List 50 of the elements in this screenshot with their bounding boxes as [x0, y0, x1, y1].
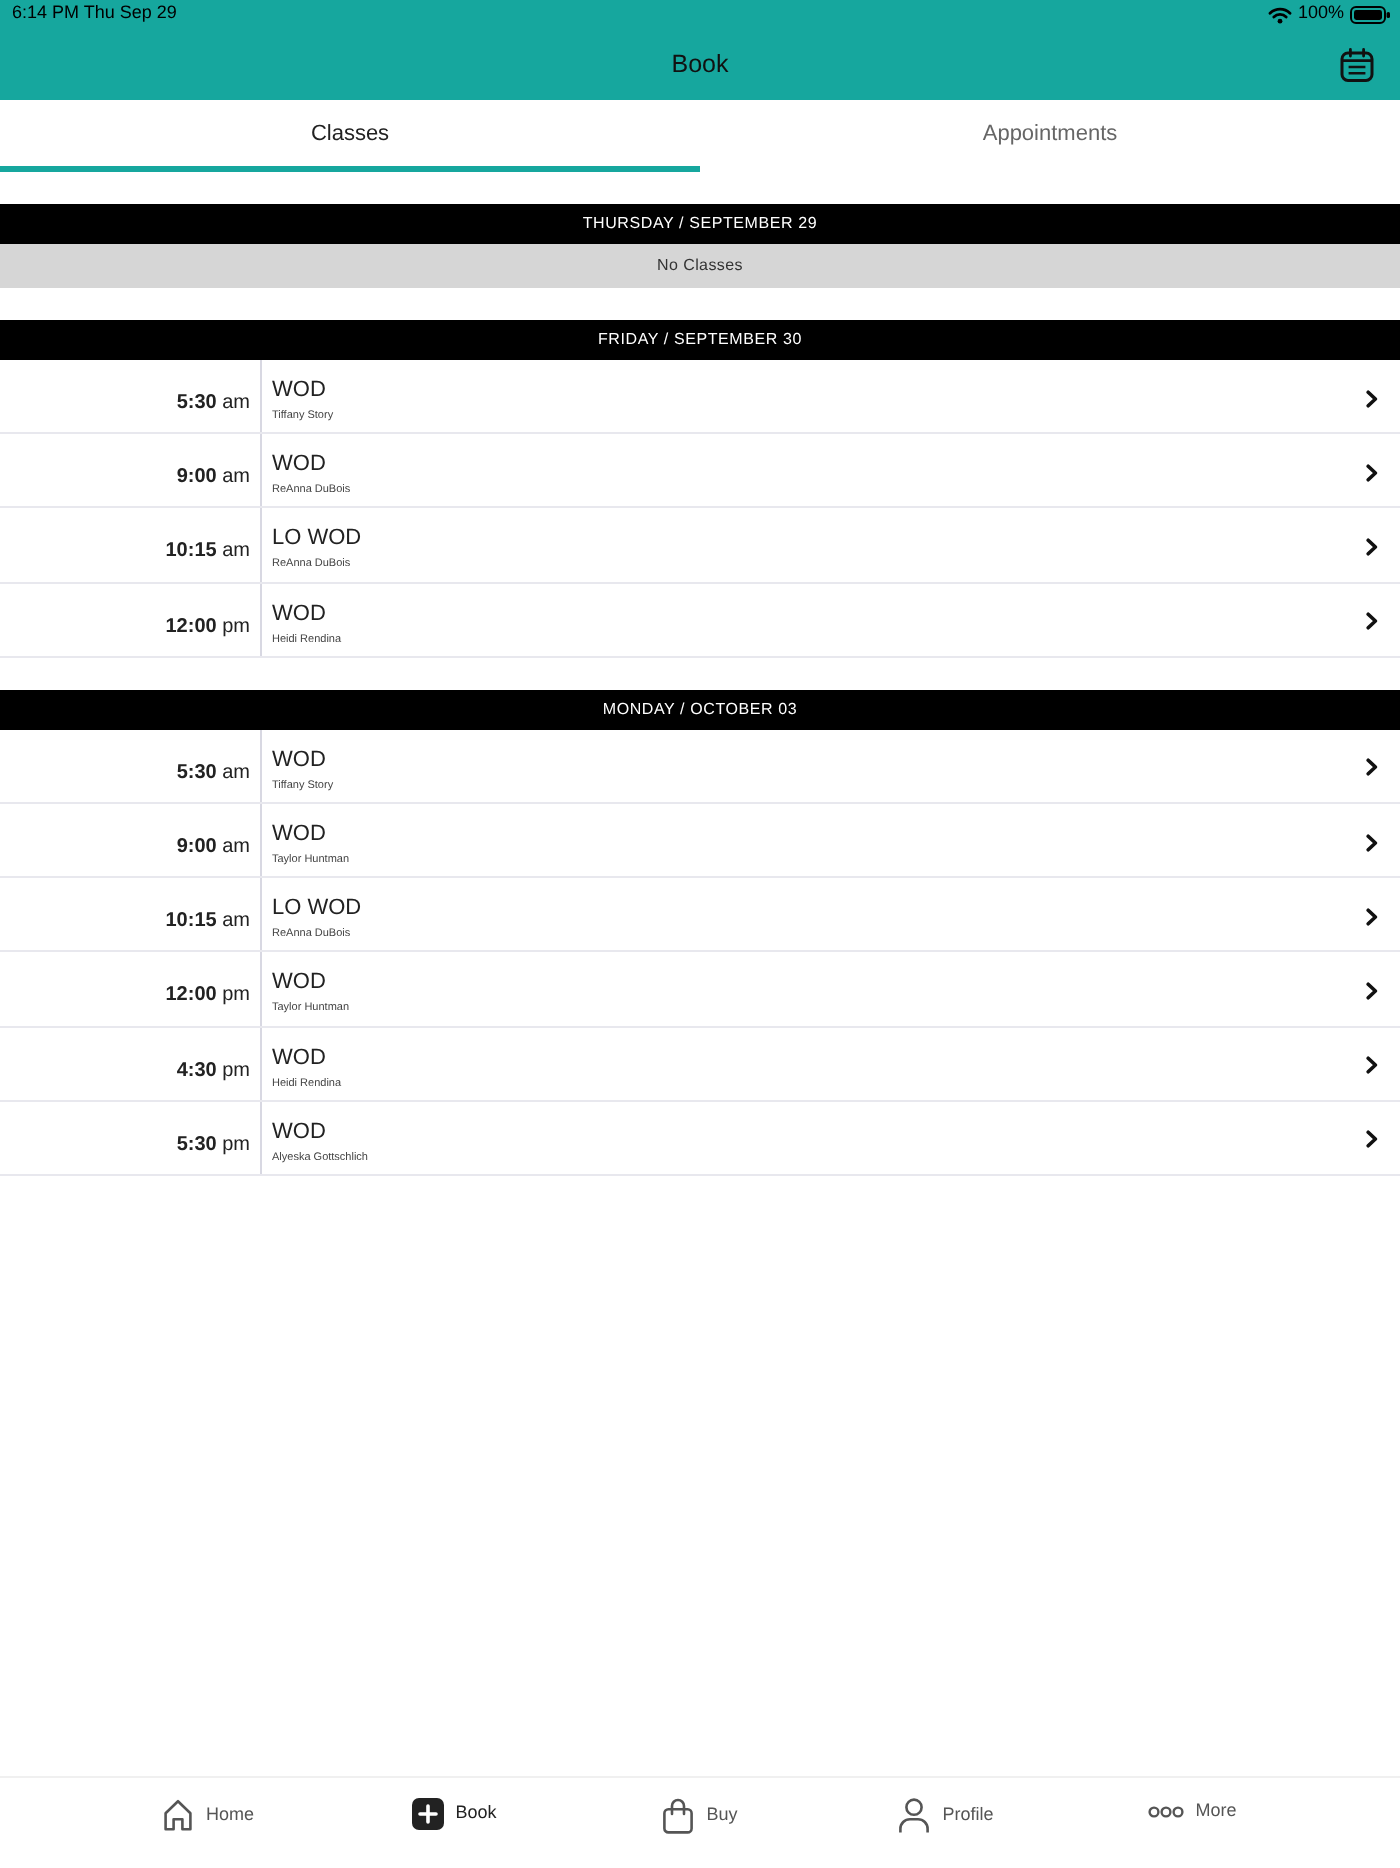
- nav-tab[interactable]: Buy: [577, 1798, 823, 1834]
- class-time: 12:00 pm: [165, 615, 250, 638]
- class-time: 10:15 am: [165, 540, 250, 563]
- chevron-icon: [1366, 463, 1378, 482]
- home-icon: [161, 1798, 194, 1832]
- day-header: FRIDAY / SEPTEMBER 30: [0, 320, 1400, 360]
- class-name: WOD: [272, 1043, 326, 1071]
- chevron-icon: [1366, 907, 1378, 926]
- chevron-icon: [1366, 389, 1378, 408]
- class-time: 5:30 pm: [176, 1133, 250, 1156]
- class-time: 5:30 am: [176, 761, 250, 784]
- class-name: WOD: [272, 968, 326, 997]
- class-time: 12:00 pm: [165, 984, 250, 1007]
- plus-square-icon: [411, 1798, 444, 1830]
- nav-tab[interactable]: More: [1069, 1798, 1315, 1825]
- class-name: WOD: [272, 376, 326, 404]
- day-header: THURSDAY / SEPTEMBER 29: [0, 204, 1400, 244]
- class-name: LO WOD: [272, 894, 362, 923]
- calendar-icon[interactable]: [1340, 47, 1374, 81]
- nav-tab[interactable]: Home: [85, 1798, 331, 1832]
- class-time: 4:30 pm: [176, 1059, 250, 1081]
- day-header: MONDAY / OCTOBER 03: [0, 689, 1400, 730]
- chevron-icon: [1366, 537, 1378, 556]
- class-name: WOD: [272, 819, 326, 848]
- battery-percent: 100%: [1297, 0, 1344, 27]
- person-icon: [898, 1798, 931, 1834]
- wifi-icon: [1267, 5, 1292, 23]
- page-title: Book: [671, 47, 729, 82]
- chevron-icon: [1366, 981, 1378, 1000]
- class-name: WOD: [272, 599, 326, 628]
- battery-icon: [1350, 5, 1390, 23]
- nav-tab[interactable]: Book: [331, 1798, 577, 1830]
- chevron-icon: [1366, 612, 1378, 631]
- chevron-icon: [1366, 758, 1378, 777]
- class-time: 10:15 am: [165, 910, 250, 933]
- chevron-icon: [1366, 1130, 1378, 1149]
- class-time: 5:30 am: [176, 392, 250, 414]
- class-name: WOD: [272, 745, 326, 774]
- class-time: 9:00 am: [176, 466, 250, 489]
- class-time: 9:00 am: [176, 835, 250, 858]
- nav-tab[interactable]: Profile: [823, 1798, 1069, 1834]
- empty-message: No Classes: [0, 244, 1400, 288]
- chevron-icon: [1366, 833, 1378, 852]
- class-name: WOD: [272, 450, 326, 479]
- more-icon: [1147, 1805, 1184, 1818]
- shopping-bag-icon: [662, 1798, 695, 1834]
- class-name: WOD: [272, 1117, 326, 1146]
- class-name: LO WOD: [272, 524, 362, 553]
- status-time: 6:14 PM Thu Sep 29: [12, 0, 177, 27]
- chevron-icon: [1366, 1056, 1378, 1075]
